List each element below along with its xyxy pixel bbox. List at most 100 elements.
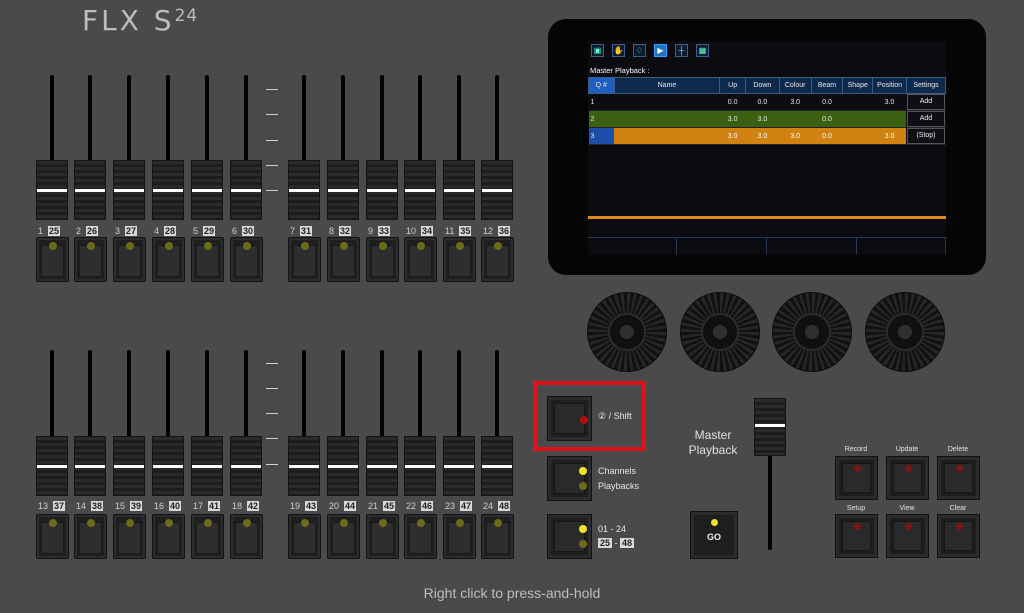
channel-flash-button[interactable]: [113, 237, 146, 282]
stop-button[interactable]: (Stop): [907, 128, 945, 144]
channel-fader[interactable]: [366, 75, 398, 235]
channel-fader[interactable]: [36, 350, 68, 510]
channel-fader[interactable]: [404, 350, 436, 510]
channel-fader[interactable]: [191, 350, 223, 510]
fader-cap[interactable]: [327, 160, 359, 220]
go-button[interactable]: GO: [690, 511, 738, 559]
palette-icon[interactable]: ✋: [612, 44, 625, 57]
channel-flash-button[interactable]: [113, 514, 146, 559]
channel-flash-button[interactable]: [404, 514, 437, 559]
channel-flash-button[interactable]: [152, 237, 185, 282]
fader-cap[interactable]: [74, 160, 106, 220]
page-button[interactable]: [547, 514, 592, 559]
channel-flash-button[interactable]: [36, 237, 69, 282]
channel-flash-button[interactable]: [404, 237, 437, 282]
fader-cap[interactable]: [481, 160, 513, 220]
fader-cap[interactable]: [36, 160, 68, 220]
delete-button[interactable]: [937, 456, 980, 500]
fader-cap[interactable]: [191, 436, 223, 496]
bulb-icon[interactable]: ♢: [633, 44, 646, 57]
channel-fader[interactable]: [113, 75, 145, 235]
setup-button[interactable]: [835, 514, 878, 558]
channel-flash-button[interactable]: [191, 237, 224, 282]
channel-fader[interactable]: [288, 75, 320, 235]
channel-fader[interactable]: [36, 75, 68, 235]
fader-cap[interactable]: [230, 436, 262, 496]
channel-fader[interactable]: [404, 75, 436, 235]
channel-fader[interactable]: [152, 350, 184, 510]
softkey-2[interactable]: [677, 238, 767, 254]
channel-flash-button[interactable]: [481, 514, 514, 559]
fader-cap[interactable]: [36, 436, 68, 496]
channel-fader[interactable]: [366, 350, 398, 510]
fader-cap[interactable]: [288, 436, 320, 496]
channels-playbacks-button[interactable]: [547, 456, 592, 501]
fader-cap[interactable]: [327, 436, 359, 496]
channel-fader[interactable]: [230, 75, 262, 235]
fader-cap[interactable]: [366, 160, 398, 220]
fader-cap[interactable]: [74, 436, 106, 496]
channel-flash-button[interactable]: [230, 514, 263, 559]
fader-cap[interactable]: [152, 160, 184, 220]
encoder-wheel-1[interactable]: [587, 292, 667, 372]
fader-cap[interactable]: [443, 160, 475, 220]
fader-cap[interactable]: [113, 436, 145, 496]
channel-fader[interactable]: [481, 75, 513, 235]
table-row[interactable]: 1 0.0 0.0 3.0 0.0 3.0 Add: [588, 93, 946, 111]
master-fader[interactable]: [754, 398, 786, 550]
add-button[interactable]: Add: [907, 111, 945, 127]
channel-fader[interactable]: [327, 75, 359, 235]
table-row[interactable]: 2 3.0 3.0 0.0 Add: [588, 110, 946, 128]
channel-fader[interactable]: [481, 350, 513, 510]
sliders-icon[interactable]: ┼: [675, 44, 688, 57]
channel-fader[interactable]: [191, 75, 223, 235]
grid-icon[interactable]: ▦: [696, 44, 709, 57]
channel-flash-button[interactable]: [366, 514, 399, 559]
channel-flash-button[interactable]: [327, 237, 360, 282]
channel-flash-button[interactable]: [74, 514, 107, 559]
channel-flash-button[interactable]: [366, 237, 399, 282]
fader-cap[interactable]: [404, 160, 436, 220]
fader-cap[interactable]: [152, 436, 184, 496]
channel-fader[interactable]: [443, 75, 475, 235]
channel-fader[interactable]: [443, 350, 475, 510]
clear-button[interactable]: [937, 514, 980, 558]
channel-flash-button[interactable]: [481, 237, 514, 282]
softkey-4[interactable]: [857, 238, 946, 254]
fader-cap[interactable]: [230, 160, 262, 220]
fader-cap[interactable]: [191, 160, 223, 220]
channel-fader[interactable]: [152, 75, 184, 235]
channel-fader[interactable]: [230, 350, 262, 510]
channel-flash-button[interactable]: [74, 237, 107, 282]
record-button[interactable]: [835, 456, 878, 500]
channel-fader[interactable]: [288, 350, 320, 510]
softkey-1[interactable]: [588, 238, 677, 254]
fader-cap[interactable]: [404, 436, 436, 496]
channel-flash-button[interactable]: [230, 237, 263, 282]
view-button[interactable]: [886, 514, 929, 558]
channel-fader[interactable]: [327, 350, 359, 510]
update-button[interactable]: [886, 456, 929, 500]
play-pause-icon[interactable]: ▶: [654, 44, 667, 57]
encoder-wheel-2[interactable]: [680, 292, 760, 372]
shift-button[interactable]: [547, 396, 592, 441]
fader-cap[interactable]: [443, 436, 475, 496]
fader-cap[interactable]: [481, 436, 513, 496]
channel-flash-button[interactable]: [36, 514, 69, 559]
channel-flash-button[interactable]: [152, 514, 185, 559]
channel-flash-button[interactable]: [443, 237, 476, 282]
add-button[interactable]: Add: [907, 94, 945, 110]
encoder-wheel-3[interactable]: [772, 292, 852, 372]
channel-fader[interactable]: [74, 350, 106, 510]
save-icon[interactable]: ▣: [591, 44, 604, 57]
channel-fader[interactable]: [74, 75, 106, 235]
encoder-wheel-4[interactable]: [865, 292, 945, 372]
channel-flash-button[interactable]: [191, 514, 224, 559]
channel-flash-button[interactable]: [288, 237, 321, 282]
fader-cap[interactable]: [366, 436, 398, 496]
fader-cap[interactable]: [113, 160, 145, 220]
channel-flash-button[interactable]: [288, 514, 321, 559]
fader-cap[interactable]: [288, 160, 320, 220]
channel-flash-button[interactable]: [443, 514, 476, 559]
channel-fader[interactable]: [113, 350, 145, 510]
